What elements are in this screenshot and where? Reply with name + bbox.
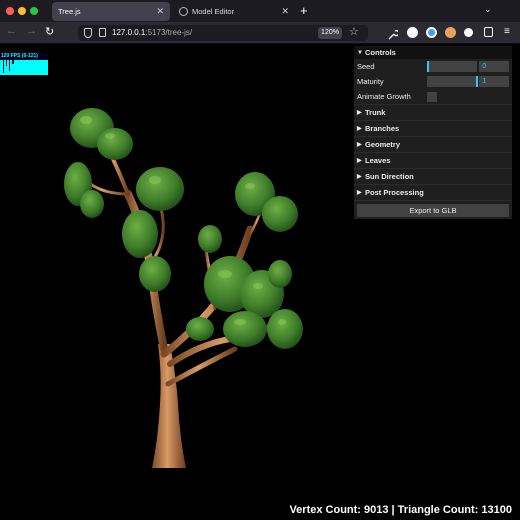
back-arrow-icon[interactable]: ← [6, 25, 17, 37]
hamburger-menu-icon[interactable]: ≡ [504, 26, 510, 37]
controls-panel: ▼ Controls Seed 0 Maturity 1 Animate Gro… [354, 46, 512, 219]
new-tab-button[interactable]: + [300, 3, 308, 18]
gear-icon[interactable] [464, 28, 473, 37]
chevron-right-icon: ▶ [357, 190, 362, 196]
tab-treejs[interactable]: Tree.js ✕ [52, 2, 170, 21]
bookmark-star-icon[interactable]: ☆ [349, 25, 359, 38]
close-window-button[interactable] [6, 7, 14, 15]
globe-icon [179, 7, 188, 16]
tab-title: Tree.js [58, 7, 81, 16]
export-glb-button[interactable]: Export to GLB [357, 204, 509, 217]
export-row: Export to GLB [354, 200, 512, 219]
puzzle-icon[interactable] [484, 27, 493, 37]
tab-model-editor[interactable]: Model Editor ✕ [173, 2, 295, 21]
app-window: Tree.js ✕ Model Editor ✕ + ⌄ ← → ↻ 127.0… [0, 0, 520, 520]
maturity-slider-fill [426, 76, 478, 87]
folder-sun-direction[interactable]: ▶ Sun Direction [354, 168, 512, 184]
chevron-right-icon: ▶ [357, 142, 362, 148]
address-bar[interactable]: 127.0.0.1:5173/tree-js/ 120% ☆ [78, 25, 368, 41]
folder-label: Branches [365, 124, 400, 133]
forward-arrow-icon[interactable]: → [26, 25, 37, 37]
wrench-icon[interactable] [388, 27, 400, 40]
chevron-right-icon: ▶ [357, 110, 362, 116]
folder-label: Leaves [365, 156, 391, 165]
animate-growth-checkbox[interactable] [427, 91, 437, 102]
navigation-toolbar: ← → ↻ 127.0.0.1:5173/tree-js/ 120% ☆ ≡ [0, 22, 520, 44]
tab-title: Model Editor [192, 7, 235, 16]
controls-header[interactable]: ▼ Controls [354, 46, 512, 59]
animate-growth-control: Animate Growth [354, 89, 512, 104]
seed-control: Seed 0 [354, 59, 512, 74]
chevron-right-icon: ▶ [357, 126, 362, 132]
folder-post-processing[interactable]: ▶ Post Processing [354, 184, 512, 200]
maturity-label: Maturity [357, 77, 384, 86]
page-icon [99, 28, 106, 37]
folder-leaves[interactable]: ▶ Leaves [354, 152, 512, 168]
profile-icon[interactable] [407, 27, 418, 38]
extension-orange-icon[interactable] [445, 27, 456, 38]
folder-label: Post Processing [365, 188, 424, 197]
folder-geometry[interactable]: ▶ Geometry [354, 136, 512, 152]
fps-graph [0, 60, 48, 75]
minimize-window-button[interactable] [18, 7, 26, 15]
shield-icon[interactable] [84, 28, 92, 38]
seed-slider-fill [426, 61, 429, 72]
folder-label: Geometry [365, 140, 401, 149]
reload-icon[interactable]: ↻ [45, 25, 54, 38]
url-text[interactable]: 127.0.0.1:5173/tree-js/ [112, 28, 192, 37]
maturity-control: Maturity 1 [354, 74, 512, 89]
url-path: :5173/tree-js/ [145, 28, 193, 37]
fps-meter[interactable]: 120 FPS (6-121) [0, 53, 48, 75]
close-tab-icon[interactable]: ✕ [156, 6, 164, 17]
seed-input[interactable]: 0 [479, 61, 509, 72]
zoom-badge[interactable]: 120% [318, 27, 342, 39]
extension-blue-icon[interactable] [426, 27, 437, 38]
maturity-slider[interactable] [426, 76, 478, 87]
chevron-right-icon: ▶ [357, 174, 362, 180]
folder-trunk[interactable]: ▶ Trunk [354, 104, 512, 120]
geometry-stats: Vertex Count: 9013 | Triangle Count: 131… [289, 504, 512, 516]
chevron-right-icon: ▶ [357, 158, 362, 164]
chevron-down-icon: ▼ [357, 49, 363, 56]
seed-slider[interactable] [426, 61, 478, 72]
tab-bar: Tree.js ✕ Model Editor ✕ + ⌄ [0, 0, 520, 22]
maximize-window-button[interactable] [30, 7, 38, 15]
fps-label: 120 FPS (6-121) [0, 53, 48, 60]
close-tab-icon[interactable]: ✕ [281, 6, 289, 17]
seed-label: Seed [357, 62, 375, 71]
animate-growth-label: Animate Growth [357, 92, 411, 101]
url-host: 127.0.0.1 [112, 28, 146, 37]
controls-title: Controls [365, 48, 396, 57]
maturity-input[interactable]: 1 [479, 76, 509, 87]
chevron-down-icon[interactable]: ⌄ [484, 4, 492, 15]
folder-label: Trunk [365, 108, 386, 117]
folder-label: Sun Direction [365, 172, 414, 181]
folder-branches[interactable]: ▶ Branches [354, 120, 512, 136]
